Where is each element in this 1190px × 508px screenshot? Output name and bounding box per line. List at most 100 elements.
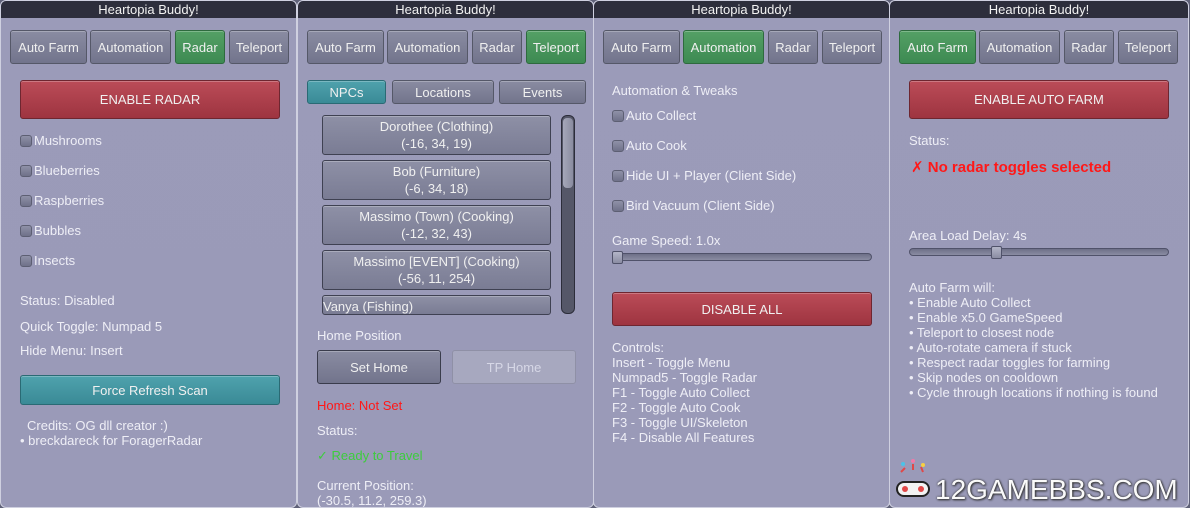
window-title: Heartopia Buddy! <box>594 1 889 18</box>
radar-panel: Heartopia Buddy! Auto Farm Automation Ra… <box>0 0 297 508</box>
checkbox-icon <box>20 134 32 147</box>
npc-list-scrollbar[interactable] <box>561 115 575 314</box>
toggle-bird-vacuum[interactable]: Bird Vacuum (Client Side) <box>612 198 775 213</box>
tab-teleport[interactable]: Teleport <box>822 30 882 64</box>
area-load-delay-slider[interactable] <box>909 248 1169 256</box>
tab-teleport[interactable]: Teleport <box>526 30 586 64</box>
subtab-locations[interactable]: Locations <box>392 80 494 104</box>
tab-radar[interactable]: Radar <box>472 30 522 64</box>
subtab-events[interactable]: Events <box>499 80 586 104</box>
feature-line: • Auto-rotate camera if stuck <box>909 340 1072 355</box>
controls-line: F1 - Toggle Auto Collect <box>612 385 750 400</box>
scrollbar-thumb[interactable] <box>563 118 573 188</box>
toggle-auto-cook[interactable]: Auto Cook <box>612 138 687 153</box>
controls-line: F4 - Disable All Features <box>612 430 755 445</box>
tab-teleport[interactable]: Teleport <box>229 30 289 64</box>
checkbox-icon <box>20 164 32 177</box>
npc-teleport-button[interactable]: Dorothee (Clothing) (-16, 34, 19) <box>322 115 551 155</box>
controls-line: Numpad5 - Toggle Radar <box>612 370 758 385</box>
toggle-bubbles[interactable]: Bubbles <box>20 223 81 238</box>
toggle-blueberries[interactable]: Blueberries <box>20 163 100 178</box>
checkbox-icon <box>612 199 624 212</box>
credits-line-1: Credits: OG dll creator :) <box>27 418 168 433</box>
tab-radar[interactable]: Radar <box>175 30 225 64</box>
toggle-raspberries[interactable]: Raspberries <box>20 193 104 208</box>
radar-status: Status: Disabled <box>20 293 115 308</box>
autofarm-status-value: ✗ No radar toggles selected <box>911 159 1112 176</box>
game-speed-label: Game Speed: 1.0x <box>612 233 721 248</box>
checkbox-icon <box>612 169 624 182</box>
checkbox-icon <box>612 139 624 152</box>
tab-automation[interactable]: Automation <box>387 30 468 64</box>
checkbox-icon <box>20 194 32 207</box>
status-label: Status: <box>317 423 358 438</box>
npc-position: (-12, 32, 43) <box>401 226 472 241</box>
tab-auto-farm[interactable]: Auto Farm <box>307 30 384 64</box>
npc-position: (-16, 34, 19) <box>401 136 472 151</box>
home-status: Home: Not Set <box>317 398 403 413</box>
disable-all-button[interactable]: DISABLE ALL <box>612 292 872 326</box>
checkbox-icon <box>612 109 624 122</box>
watermark-text: 12GAMEBBS.COM <box>935 474 1178 505</box>
quick-toggle-info: Quick Toggle: Numpad 5 <box>20 319 163 334</box>
toggle-hide-ui[interactable]: Hide UI + Player (Client Side) <box>612 168 796 183</box>
toggle-mushrooms[interactable]: Mushrooms <box>20 133 102 148</box>
toggle-insects[interactable]: Insects <box>20 253 75 268</box>
subtab-npcs[interactable]: NPCs <box>307 80 386 104</box>
hide-menu-info: Hide Menu: Insert <box>20 343 123 358</box>
npc-name: Dorothee (Clothing) <box>379 119 494 134</box>
controls-line: Controls: <box>612 340 665 355</box>
window-title: Heartopia Buddy! <box>1 1 296 18</box>
game-speed-slider-handle[interactable] <box>612 251 623 264</box>
feature-line: • Cycle through locations if nothing is … <box>909 385 1158 400</box>
tab-radar[interactable]: Radar <box>1064 30 1114 64</box>
feature-line: • Teleport to closest node <box>909 325 1055 340</box>
window-title: Heartopia Buddy! <box>298 1 593 18</box>
home-position-label: Home Position <box>317 328 402 343</box>
enable-radar-button[interactable]: ENABLE RADAR <box>20 80 280 119</box>
npc-name: Vanya (Fishing) <box>323 299 414 314</box>
area-load-delay-label: Area Load Delay: 4s <box>909 228 1027 243</box>
tab-teleport[interactable]: Teleport <box>1118 30 1178 64</box>
credits-line-2: • breckdareck for ForagerRadar <box>20 433 203 448</box>
controls-line: F3 - Toggle UI/Skeleton <box>612 415 748 430</box>
npc-teleport-button[interactable]: Bob (Furniture) (-6, 34, 18) <box>322 160 551 200</box>
travel-status: ✓ Ready to Travel <box>317 448 423 463</box>
npc-position: (-6, 34, 18) <box>404 181 469 196</box>
autofarm-panel: Heartopia Buddy! Auto Farm Automation Ra… <box>889 0 1189 508</box>
autofarm-status-label: Status: <box>909 133 950 148</box>
gamepad-logo-icon <box>896 459 930 497</box>
feature-line: • Skip nodes on cooldown <box>909 370 1059 385</box>
npc-position: (-56, 11, 254) <box>397 271 476 286</box>
tab-auto-farm[interactable]: Auto Farm <box>899 30 976 64</box>
npc-name: Massimo (Town) (Cooking) <box>359 209 514 224</box>
toggle-auto-collect[interactable]: Auto Collect <box>612 108 696 123</box>
set-home-button[interactable]: Set Home <box>317 350 441 384</box>
controls-line: Insert - Toggle Menu <box>612 355 731 370</box>
game-speed-slider[interactable] <box>612 253 872 261</box>
window-title: Heartopia Buddy! <box>890 1 1188 18</box>
area-load-delay-slider-handle[interactable] <box>991 246 1003 259</box>
tab-radar[interactable]: Radar <box>768 30 818 64</box>
autofarm-feature-list: Auto Farm will: • Enable Auto Collect • En… <box>909 280 1158 400</box>
feature-line: • Enable Auto Collect <box>909 295 1031 310</box>
npc-name: Bob (Furniture) <box>392 164 481 179</box>
force-refresh-button[interactable]: Force Refresh Scan <box>20 375 280 405</box>
feature-line: Auto Farm will: <box>909 280 995 295</box>
feature-line: • Respect radar toggles for farming <box>909 355 1111 370</box>
tab-auto-farm[interactable]: Auto Farm <box>603 30 680 64</box>
automation-panel: Heartopia Buddy! Auto Farm Automation Ra… <box>593 0 890 508</box>
tp-home-button[interactable]: TP Home <box>452 350 576 384</box>
tab-automation[interactable]: Automation <box>979 30 1060 64</box>
enable-auto-farm-button[interactable]: ENABLE AUTO FARM <box>909 80 1169 119</box>
tab-auto-farm[interactable]: Auto Farm <box>10 30 87 64</box>
current-position-label: Current Position: <box>317 478 414 493</box>
tab-automation[interactable]: Automation <box>90 30 171 64</box>
npc-name: Massimo [EVENT] (Cooking) <box>353 254 520 269</box>
tab-automation[interactable]: Automation <box>683 30 764 64</box>
checkbox-icon <box>20 254 32 267</box>
npc-teleport-button[interactable]: Massimo [EVENT] (Cooking) (-56, 11, 254) <box>322 250 551 290</box>
npc-teleport-button[interactable]: Vanya (Fishing) <box>322 295 551 315</box>
npc-teleport-button[interactable]: Massimo (Town) (Cooking) (-12, 32, 43) <box>322 205 551 245</box>
controls-line: F2 - Toggle Auto Cook <box>612 400 741 415</box>
